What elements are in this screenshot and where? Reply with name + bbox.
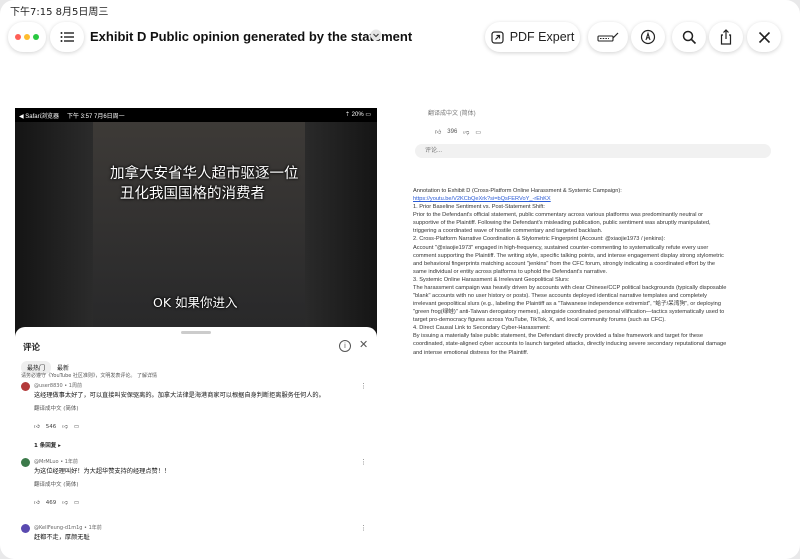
tab-newest[interactable]: 最新	[57, 363, 69, 372]
more-options-icon[interactable]: ⋮	[360, 524, 367, 532]
comment-text: 为这位经理叫好！为大超华赞支持的经理点赞！！	[34, 468, 171, 475]
replies-toggle[interactable]: 1 条回复 ▸	[34, 441, 61, 449]
close-button[interactable]	[747, 22, 781, 52]
subtitle-line-2: 丑化我国国格的消费者	[120, 186, 265, 202]
annotation-line: The harassment campaign was heavily driv…	[413, 284, 727, 291]
search-icon	[682, 30, 696, 44]
translate-link[interactable]: 翻译成中文 (简体)	[428, 108, 476, 117]
comment-user[interactable]: @MrMLuo • 1年前	[34, 458, 78, 465]
avatar[interactable]	[21, 458, 30, 467]
annotation-text: Annotation to Exhibit D (Cross-Platform …	[413, 187, 779, 357]
annotation-line: 1. Prior Baseline Sentiment vs. Post-Sta…	[413, 204, 545, 211]
comments-heading: 评论	[23, 343, 41, 353]
community-guidelines-note: 请务必遵守《YouTube 社区准则》，文明发表评论。 了解详情	[21, 373, 158, 379]
zoom-dot-icon[interactable]	[33, 34, 39, 40]
annotation-line: irrelevant geopolitical slurs (e.g., lab…	[413, 301, 721, 308]
drag-handle[interactable]	[181, 331, 211, 334]
status-time-date: 下午7:15 8月5日周三	[10, 7, 109, 18]
annotation-page: 翻译成中文 (简体) 👍︎ 396 👎︎ ▭ 评论... Annotation …	[408, 108, 784, 408]
thumbs-up-icon[interactable]: 👍︎	[34, 500, 40, 506]
like-count: 396	[447, 129, 458, 135]
comment-actions: 👍︎ 396 👎︎ ▭	[435, 128, 481, 136]
list-icon	[60, 32, 74, 42]
system-status-bar: 下午7:15 8月5日周三	[0, 0, 800, 20]
like-count: 469	[45, 500, 57, 506]
comments-close-icon[interactable]: ✕	[359, 338, 368, 351]
more-options-icon[interactable]: ⋮	[360, 382, 367, 390]
document-title[interactable]: Exhibit D Public opinion generated by th…	[90, 29, 412, 44]
outline-button[interactable]	[50, 22, 84, 52]
reply-icon[interactable]: ▭	[74, 424, 79, 430]
annotation-line: Prior to the Defendant's official statem…	[413, 212, 704, 219]
annotation-line: same individual or entity across platfor…	[413, 268, 608, 275]
annotation-line: Annotation to Exhibit D (Cross-Platform …	[413, 188, 622, 194]
annotation-link[interactable]: https://youtu.be/V2KCbQeXrk?si=bQsFERVoY…	[413, 195, 779, 203]
subtitle-line-1: 加拿大安省华人超市驱逐一位	[110, 166, 299, 182]
embedded-video-screenshot: ◀ Safari浏览器 下午 3:57 7月6日周一 ⇡ 20% ▭ 加拿大安省…	[15, 108, 377, 559]
annotation-line: comment supporting the Plaintiff. The wr…	[413, 252, 724, 259]
thumbs-up-icon[interactable]: 👍︎	[435, 128, 441, 136]
annotation-line: By issuing a materially false public sta…	[413, 333, 704, 340]
comments-panel: 评论 i ✕ 最热门 最新 请务必遵守《YouTube 社区准则》，文明发表评论…	[15, 327, 377, 559]
reply-icon[interactable]: ▭	[475, 129, 481, 136]
search-button[interactable]	[672, 22, 706, 52]
info-icon[interactable]: i	[339, 340, 351, 352]
annotation-line: triggering a coordinated wave of hostile…	[413, 228, 603, 235]
avatar[interactable]	[21, 524, 30, 533]
open-external-icon	[491, 30, 504, 44]
annotation-line: and behavioral fingerprints matching acc…	[413, 260, 716, 267]
close-icon	[758, 31, 770, 43]
close-dot-icon[interactable]	[15, 34, 21, 40]
phone-status-bar: ◀ Safari浏览器 下午 3:57 7月6日周一 ⇡ 20% ▭	[15, 108, 377, 122]
annotation-line: and intense emotional distress for the P…	[413, 349, 529, 356]
phone-back-label: ◀ Safari浏览器	[19, 114, 59, 120]
pdf-expert-button[interactable]: PDF Expert	[485, 22, 580, 52]
annotation-line: 2. Cross-Platform Narrative Coordination…	[413, 236, 666, 243]
top-toolbar: Exhibit D Public opinion generated by th…	[0, 20, 800, 56]
pen-circle-icon	[640, 29, 656, 45]
share-icon	[720, 29, 732, 45]
annotation-line: "green frog(绿蛙)" anti-Taiwan derogatory …	[413, 309, 725, 316]
phone-time: 下午 3:57 7月6日周一	[67, 114, 125, 120]
annotation-line: "blank" accounts with no user history or…	[413, 293, 707, 300]
thumbs-down-icon[interactable]: 👎︎	[463, 128, 469, 136]
translate-link[interactable]: 翻译成中文 (简体)	[34, 404, 79, 412]
comment-user[interactable]: @user8830 • 1周前	[34, 382, 82, 389]
reply-icon[interactable]: ▭	[74, 500, 79, 506]
annotation-line: Account "@xiaojie1973" engaged in high-f…	[413, 244, 709, 251]
comment-text: 这经理做事太好了，可以直接叫安保驱离的。加拿大法律是海港商家可以根据自身判断拒离…	[34, 392, 325, 399]
thumbs-up-icon[interactable]: 👍︎	[34, 424, 40, 430]
highlighter-icon	[597, 32, 619, 42]
comment-input[interactable]: 评论...	[415, 144, 771, 158]
annotate-button[interactable]	[631, 22, 665, 52]
phone-battery: ⇡ 20% ▭	[344, 112, 371, 118]
title-chevron-down-icon[interactable]	[370, 29, 382, 41]
comment-actions: 👍︎ 469 👎︎ ▭	[34, 500, 79, 506]
more-options-icon[interactable]: ⋮	[360, 458, 367, 466]
share-button[interactable]	[709, 22, 743, 52]
subtitle-line-3: OK 如果你进入	[153, 295, 238, 310]
annotation-line: coordinated, state-aligned cyber account…	[413, 341, 727, 348]
comment-user[interactable]: @KellFeung-d1m1g • 1年前	[34, 524, 102, 531]
thumbs-down-icon[interactable]: 👎︎	[62, 424, 68, 430]
markup-button[interactable]	[588, 22, 628, 52]
annotation-line: 3. Systemic Online Harassment & Irreleva…	[413, 276, 570, 283]
annotation-line: 4. Direct Causal Link to Secondary Cyber…	[413, 325, 551, 332]
annotation-line: supportive of the Plaintiff. Following t…	[413, 220, 711, 227]
avatar[interactable]	[21, 382, 30, 391]
pdf-viewer-window: 下午7:15 8月5日周三 Exhibit D Public opinion g…	[0, 0, 800, 559]
annotation-line: target pro-democracy figures across YouT…	[413, 317, 666, 324]
minimize-dot-icon[interactable]	[24, 34, 30, 40]
comment-text: 赶都不走，厚颜无耻	[34, 534, 90, 541]
pdf-expert-label: PDF Expert	[509, 30, 575, 44]
like-count: 546	[45, 424, 57, 430]
window-controls[interactable]	[8, 22, 46, 52]
comment-actions: 👍︎ 546 👎︎ ▭	[34, 424, 79, 430]
translate-link[interactable]: 翻译成中文 (简体)	[34, 480, 79, 488]
thumbs-down-icon[interactable]: 👎︎	[62, 500, 68, 506]
